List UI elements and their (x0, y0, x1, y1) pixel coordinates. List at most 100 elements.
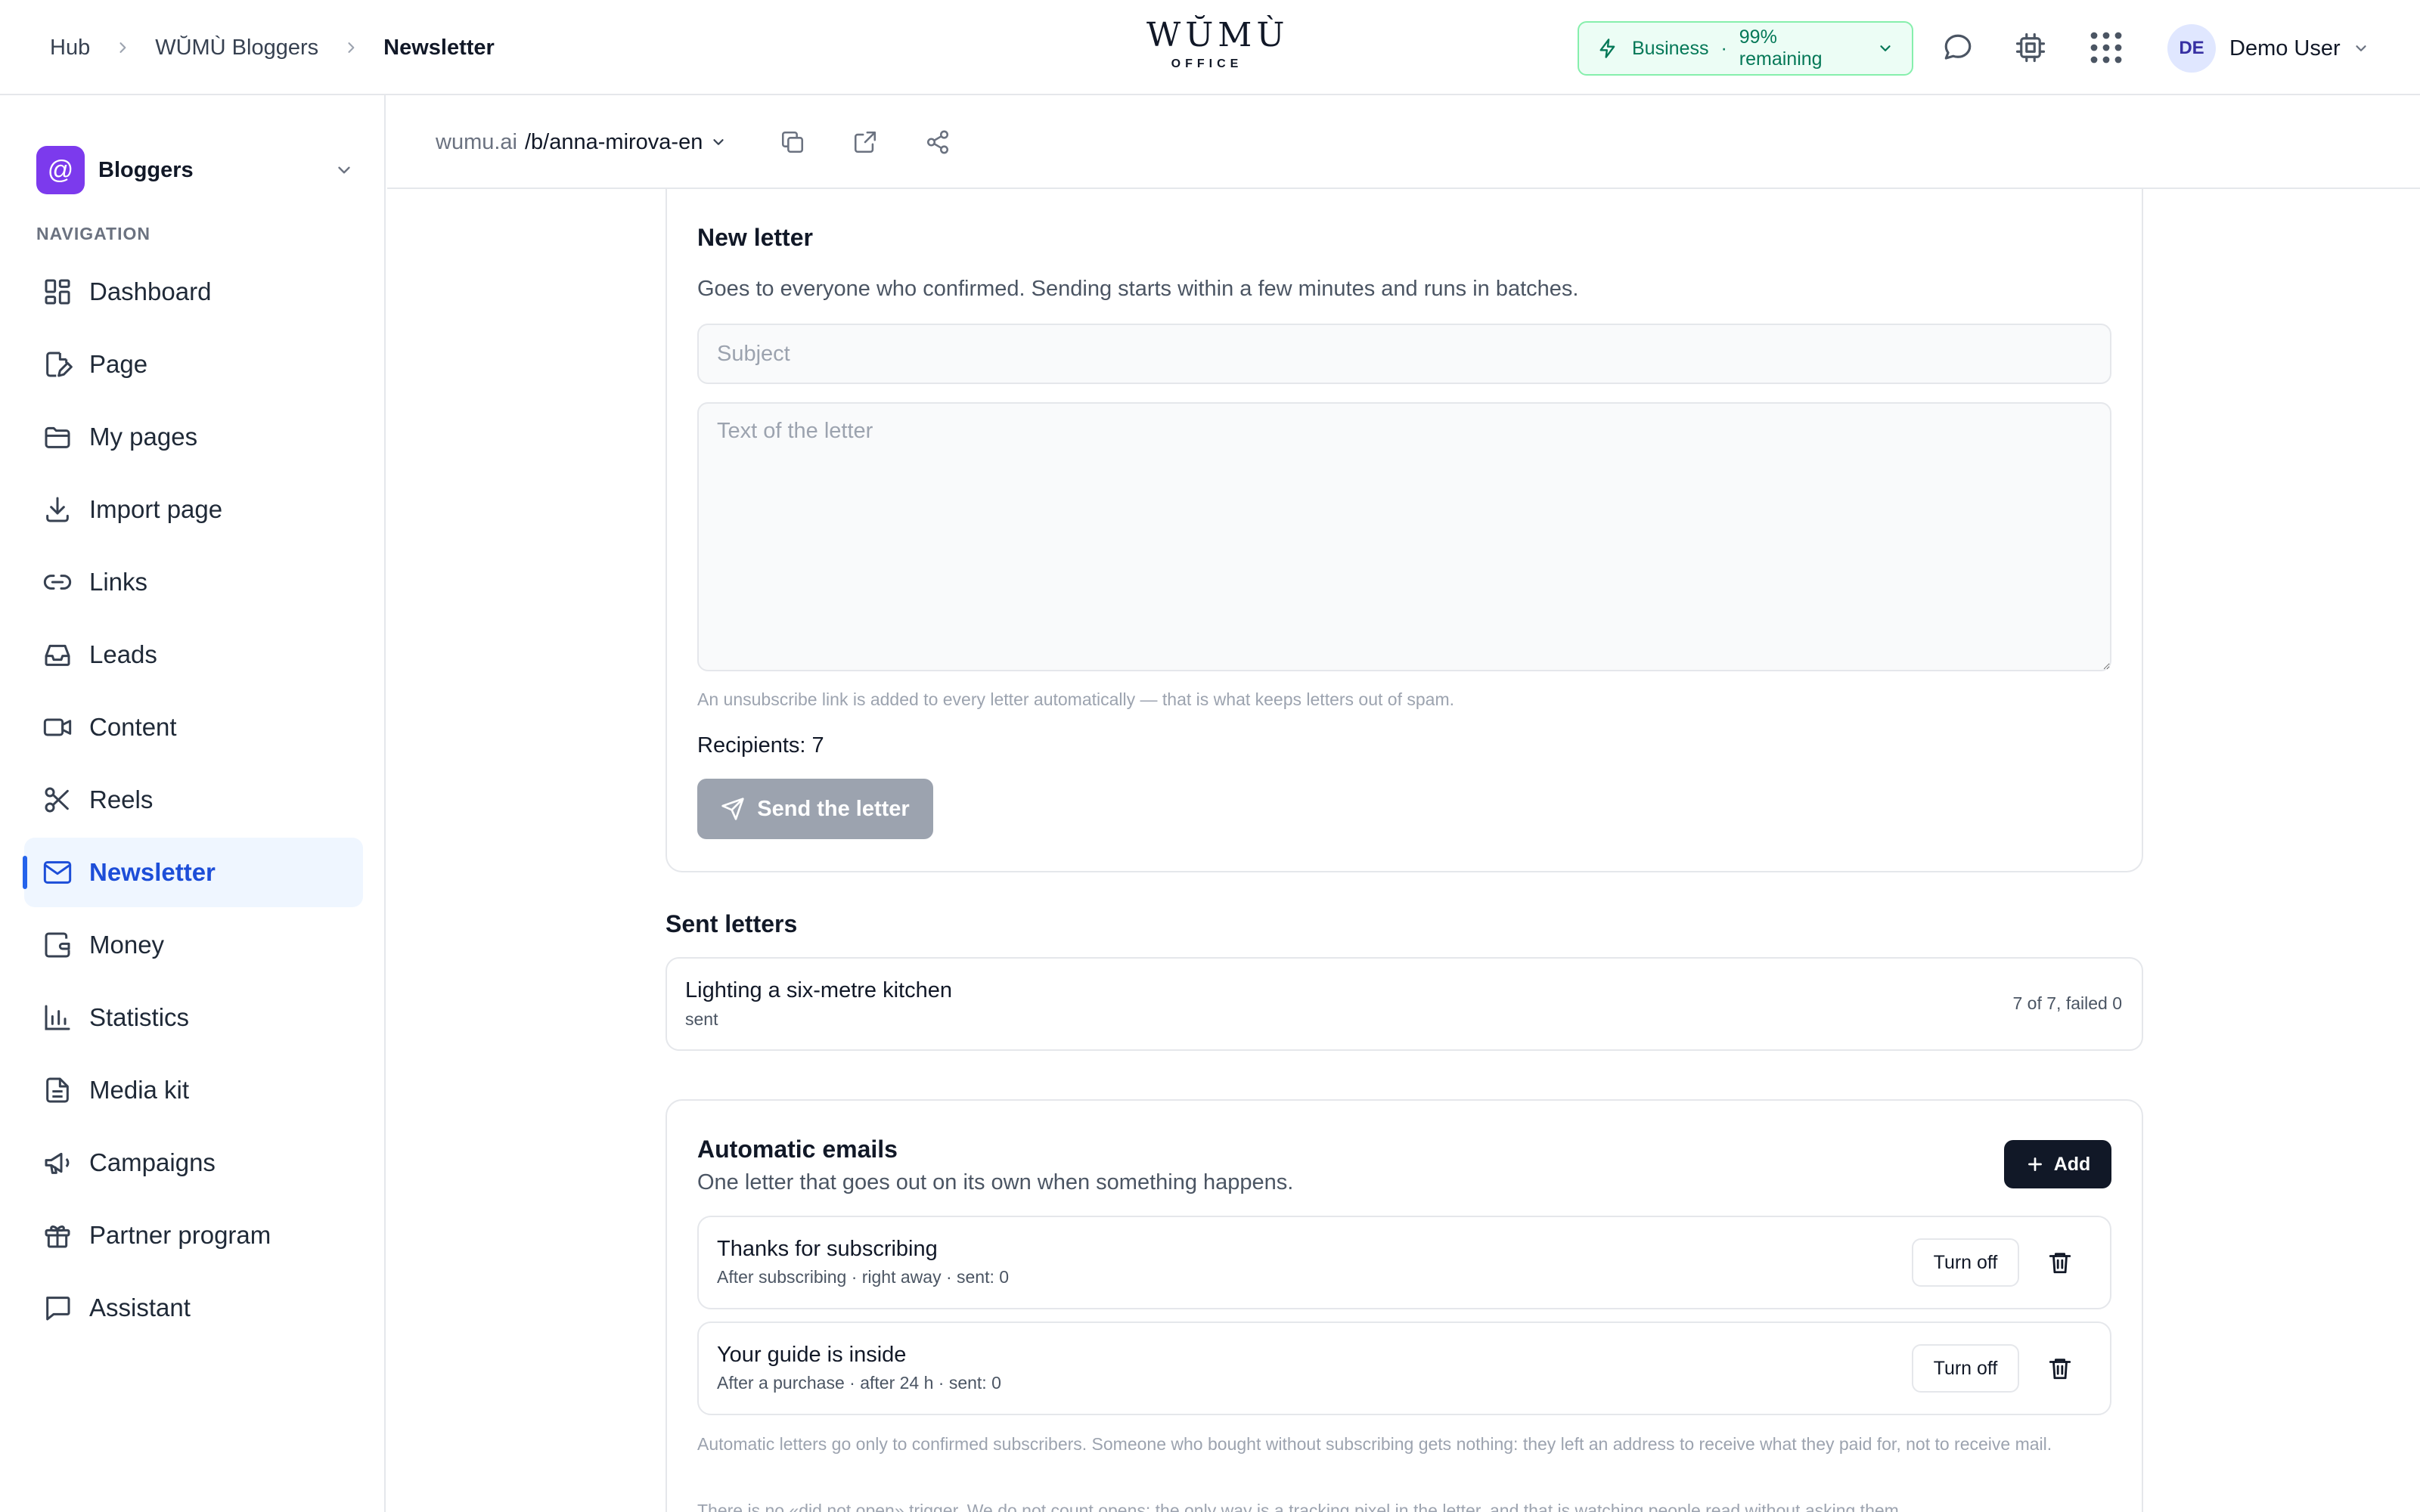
plus-icon (2025, 1154, 2045, 1174)
gift-icon (41, 1219, 74, 1252)
trash-icon[interactable] (2042, 1244, 2078, 1281)
sidebar-item-label: Campaigns (89, 1148, 216, 1176)
plan-remaining: 99% remaining (1739, 26, 1823, 70)
logo-main: WŬMÙ (1146, 16, 1289, 54)
sidebar-item-label: Leads (89, 640, 157, 668)
sidebar-item-money[interactable]: Money (24, 910, 363, 980)
sidebar-item-label: Dashboard (89, 277, 212, 305)
letter-body-textarea[interactable] (697, 402, 2111, 671)
app-logo[interactable]: WŬMÙ OFFICE (1146, 16, 1289, 71)
nav-section-title: NAVIGATION (36, 224, 150, 243)
document-icon (41, 1074, 74, 1107)
sidebar-item-label: My pages (89, 423, 198, 451)
chevron-right-icon (110, 35, 135, 60)
plan-name: Business (1632, 37, 1709, 59)
avatar: DE (2167, 24, 2216, 73)
sidebar-nav: Dashboard Page My pages Import page Link… (23, 257, 363, 1346)
download-icon (41, 493, 74, 526)
sidebar-item-content[interactable]: Content (24, 692, 363, 762)
trash-icon[interactable] (2042, 1350, 2078, 1387)
workspace-switcher[interactable]: @ Bloggers (36, 145, 354, 195)
automatic-email-title: Your guide is inside (717, 1343, 907, 1367)
sidebar-item-label: Assistant (89, 1294, 191, 1321)
breadcrumb: Hub WŬMÙ Bloggers Newsletter (50, 0, 495, 95)
chevron-down-icon (334, 160, 354, 180)
sidebar-item-media-kit[interactable]: Media kit (24, 1055, 363, 1125)
wallet-icon (41, 928, 74, 962)
subject-input[interactable] (697, 324, 2111, 384)
chevron-down-icon (710, 134, 727, 150)
share-icon[interactable] (920, 124, 956, 160)
sidebar-item-assistant[interactable]: Assistant (24, 1273, 363, 1343)
sidebar-item-dashboard[interactable]: Dashboard (24, 257, 363, 327)
sidebar-item-label: Statistics (89, 1003, 190, 1031)
sidebar-item-reels[interactable]: Reels (24, 765, 363, 835)
new-letter-title: New letter (697, 224, 813, 251)
folder-icon (41, 420, 74, 454)
turn-off-button[interactable]: Turn off (1912, 1344, 2019, 1393)
user-menu[interactable]: DE Demo User (2167, 24, 2369, 73)
sidebar-item-page[interactable]: Page (24, 330, 363, 399)
page-url-selector[interactable]: wumu.ai /b/anna-mirova-en (436, 124, 727, 160)
workspace-name: Bloggers (98, 157, 194, 182)
scissors-icon (41, 783, 74, 816)
new-letter-description: Goes to everyone who confirmed. Sending … (697, 277, 1579, 301)
url-path: /b/anna-mirova-en (525, 129, 703, 154)
sidebar-item-links[interactable]: Links (24, 547, 363, 617)
automatic-emails-description: One letter that goes out on its own when… (697, 1170, 1294, 1194)
plan-separator: · (1720, 37, 1727, 59)
sidebar-item-label: Links (89, 568, 148, 596)
automatic-emails-note: Automatic letters go only to confirmed s… (697, 1434, 2052, 1454)
apps-grid-icon[interactable] (2084, 26, 2128, 70)
sidebar-item-label: Content (89, 713, 177, 741)
automatic-emails-title: Automatic emails (697, 1136, 898, 1163)
sent-letter-stats: 7 of 7, failed 0 (2012, 993, 2123, 1013)
chip-icon[interactable] (2009, 26, 2052, 70)
sidebar-item-label: Partner program (89, 1221, 271, 1249)
page-edit-icon (41, 348, 74, 381)
breadcrumb-hub[interactable]: Hub (50, 36, 90, 60)
chat-bubble-icon[interactable] (1936, 26, 1980, 70)
sidebar-item-my-pages[interactable]: My pages (24, 402, 363, 472)
sidebar-item-label: Import page (89, 495, 223, 523)
unsubscribe-hint: An unsubscribe link is added to every le… (697, 689, 1454, 709)
sidebar-item-campaigns[interactable]: Campaigns (24, 1128, 363, 1198)
sidebar-item-label: Page (89, 350, 148, 378)
link-icon (41, 565, 74, 599)
video-icon (41, 711, 74, 744)
chevron-down-icon (1877, 40, 1894, 57)
send-letter-button[interactable]: Send the letter (697, 779, 933, 839)
copy-icon[interactable] (774, 124, 811, 160)
sidebar-item-label: Media kit (89, 1076, 190, 1104)
user-name: Demo User (2229, 36, 2341, 60)
sent-letter-status: sent (685, 1009, 718, 1029)
inbox-icon (41, 638, 74, 671)
dashboard-icon (41, 275, 74, 308)
automatic-email-meta: After a purchase · after 24 h · sent: 0 (717, 1373, 1001, 1393)
workspace-icon: @ (36, 146, 85, 194)
send-letter-label: Send the letter (757, 796, 910, 821)
automatic-email-meta: After subscribing · right away · sent: 0 (717, 1267, 1010, 1287)
add-label: Add (2053, 1153, 2091, 1175)
plan-badge[interactable]: Business · 99% remaining (1578, 21, 1913, 76)
chevron-down-icon (2353, 40, 2369, 57)
sidebar-item-newsletter[interactable]: Newsletter (23, 838, 363, 907)
automatic-emails-card: Automatic emails One letter that goes ou… (666, 1099, 2143, 1512)
mail-icon (41, 856, 74, 889)
sidebar: @ Bloggers NAVIGATION Dashboard Page My … (0, 95, 386, 1512)
list-item[interactable]: Lighting a six-metre kitchen sent 7 of 7… (666, 957, 2143, 1051)
sidebar-item-leads[interactable]: Leads (24, 620, 363, 689)
url-host: wumu.ai (436, 129, 517, 154)
new-letter-card: New letter Goes to everyone who confirme… (666, 189, 2143, 872)
send-icon (721, 797, 745, 821)
breadcrumb-workspace[interactable]: WŬMÙ Bloggers (155, 36, 318, 60)
automatic-emails-note-2: There is no «did not open» trigger. We d… (697, 1501, 1904, 1512)
recipients-count: Recipients: 7 (697, 733, 824, 758)
sidebar-item-statistics[interactable]: Statistics (24, 983, 363, 1052)
message-icon (41, 1291, 74, 1325)
sidebar-item-partner-program[interactable]: Partner program (24, 1201, 363, 1270)
turn-off-button[interactable]: Turn off (1912, 1238, 2019, 1287)
sidebar-item-import-page[interactable]: Import page (24, 475, 363, 544)
add-automatic-email-button[interactable]: Add (2004, 1140, 2111, 1188)
external-link-icon[interactable] (847, 124, 883, 160)
